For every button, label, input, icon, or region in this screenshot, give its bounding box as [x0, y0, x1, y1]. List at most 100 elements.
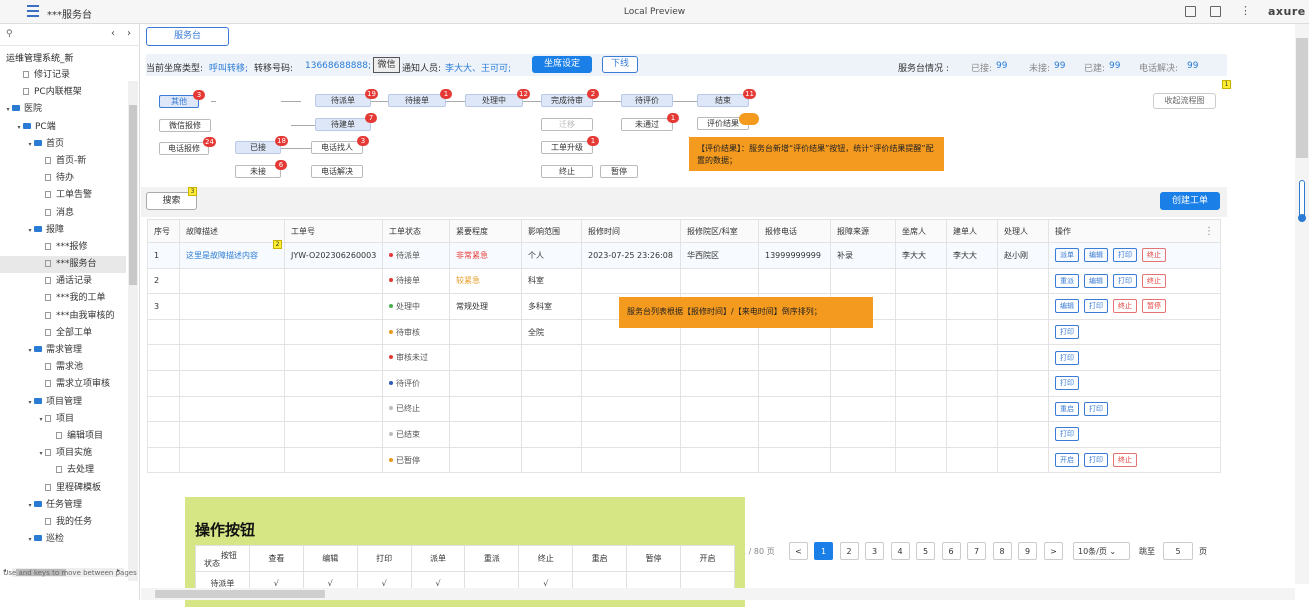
expand-arrow-icon[interactable]: ▾ [26, 394, 34, 411]
sidebar-item[interactable]: 需求池 [0, 359, 126, 376]
offline-button[interactable]: 下线 [602, 56, 638, 73]
jump-page-input[interactable]: 5 [1163, 542, 1193, 560]
column-header[interactable]: 工单状态 [382, 219, 450, 243]
table-cell[interactable]: 这里是故障描述内容 [179, 242, 285, 269]
column-header[interactable]: 报修院区/科室 [680, 219, 759, 243]
table-cell[interactable] [179, 446, 285, 474]
sidebar-item[interactable]: ▾ 项目实施 [0, 445, 126, 462]
sidebar-item[interactable]: ▾ 巡检 [0, 531, 126, 548]
sidebar-item[interactable]: ▾ 任务管理 [0, 497, 126, 514]
table-row[interactable]: 已结束 打印 [147, 421, 1221, 448]
flow-node-received[interactable]: 已接 [235, 141, 281, 154]
row-action-button[interactable]: 终止 [1113, 299, 1137, 314]
sidebar-item[interactable]: 修订记录 [0, 67, 126, 84]
sidebar-item[interactable]: 工单告警 [0, 187, 126, 204]
sidebar-item[interactable]: ▾ 项目管理 [0, 394, 126, 411]
expand-arrow-icon[interactable]: ▾ [15, 119, 23, 136]
column-header[interactable]: 工单号 [284, 219, 383, 243]
column-header[interactable]: 处理人 [997, 219, 1049, 243]
page-button[interactable]: 1 [814, 542, 833, 560]
column-header[interactable]: 报障来源 [830, 219, 896, 243]
expand-arrow-icon[interactable]: ▾ [26, 531, 34, 548]
table-row[interactable]: 已暂停 开启 打印 终止 [147, 446, 1221, 474]
main-vscrollbar[interactable] [1295, 24, 1309, 584]
row-action-button[interactable]: 重启 [1055, 401, 1079, 416]
expand-arrow-icon[interactable]: ▾ [26, 136, 34, 153]
sidebar-item[interactable]: ***报修 [0, 239, 126, 256]
column-header[interactable]: 影响范围 [521, 219, 582, 243]
row-action-button[interactable]: 终止 [1113, 453, 1137, 468]
menu-icon[interactable] [27, 5, 39, 17]
table-cell[interactable] [179, 421, 285, 448]
page-button[interactable]: 3 [865, 542, 884, 560]
row-action-button[interactable]: 打印 [1084, 401, 1108, 416]
notes-icon[interactable] [1185, 6, 1196, 17]
sidebar-item[interactable]: 去处理 [0, 462, 126, 479]
column-header[interactable]: 报修时间 [581, 219, 681, 243]
tab-service-desk[interactable]: 服务台 [146, 27, 229, 46]
flow-node-pending-accept[interactable]: 待接单 [388, 94, 446, 107]
wechat-button[interactable]: 微信 [373, 57, 400, 73]
flow-node-not-pass[interactable]: 未通过 [621, 118, 673, 131]
sidebar-item[interactable]: 通话记录 [0, 273, 126, 290]
flow-node-pause[interactable]: 暂停 [600, 165, 638, 178]
sidebar-item[interactable]: ▾ 首页 [0, 136, 126, 153]
row-action-button[interactable]: 打印 [1055, 350, 1079, 365]
page-button[interactable]: 7 [967, 542, 986, 560]
expand-arrow-icon[interactable]: ▾ [26, 497, 34, 514]
sidebar-item[interactable]: 里程碑模板 [0, 480, 126, 497]
flow-node-pending-dispatch[interactable]: 待派单 [315, 94, 371, 107]
page-button[interactable]: 8 [992, 542, 1012, 560]
table-row[interactable]: 1 这里是故障描述内容 JYW-O202306260003 待派单 非常紧急 个人 2023… [147, 242, 1221, 269]
sidebar-item[interactable]: PC内联框架 [0, 84, 126, 101]
flow-node-transfer[interactable]: 迁移 [541, 118, 593, 131]
expand-arrow-icon[interactable]: ▾ [26, 222, 34, 239]
row-action-button[interactable]: 打印 [1055, 376, 1079, 391]
zoom-slider-knob[interactable] [1298, 214, 1306, 222]
per-page-select[interactable]: 10条/页 ⌄ [1073, 542, 1130, 560]
sidebar-item[interactable]: ▾ 医院 [0, 101, 126, 118]
sidebar-item[interactable]: ***服务台 [0, 256, 126, 274]
next-page-button[interactable]: > [1044, 542, 1063, 560]
table-row[interactable]: 2 待接单 较紧急 科室 重派 编辑 打印 终止 [147, 267, 1221, 295]
flow-node-phone-solve[interactable]: 电话解决 [311, 165, 363, 178]
sidebar-item[interactable]: 首页-新 [0, 153, 126, 170]
page-button[interactable]: 5 [916, 542, 935, 560]
column-header[interactable]: 坐席人 [895, 219, 947, 243]
page-button[interactable]: 9 [1018, 542, 1037, 560]
row-action-button[interactable]: 暂停 [1142, 299, 1166, 314]
column-header[interactable]: 操作 ⋮ [1048, 219, 1221, 243]
sidebar-item[interactable]: 待办 [0, 170, 126, 187]
sidebar-item[interactable]: ▾ 项目 [0, 411, 126, 428]
expand-arrow-icon[interactable]: ▾ [4, 101, 12, 118]
expand-arrow-icon[interactable]: ▾ [37, 445, 45, 462]
prev-page-button[interactable]: < [789, 542, 808, 560]
table-cell[interactable] [179, 267, 285, 295]
table-cell[interactable] [179, 293, 285, 320]
flow-node-processing[interactable]: 处理中 [465, 94, 523, 107]
row-action-button[interactable]: 重派 [1055, 273, 1079, 288]
row-action-button[interactable]: 打印 [1084, 299, 1108, 314]
row-action-button[interactable]: 编辑 [1055, 299, 1079, 314]
table-row[interactable]: 已终止 重启 打印 [147, 395, 1221, 423]
row-action-button[interactable]: 打印 [1084, 453, 1108, 468]
sidebar-item[interactable]: 我的任务 [0, 514, 126, 531]
table-cell[interactable] [179, 318, 285, 346]
more-icon[interactable]: ⋮ [1240, 4, 1251, 17]
column-header[interactable]: 建单人 [946, 219, 998, 243]
collapse-flow-button[interactable]: 收起流程图 [1153, 93, 1216, 109]
flow-node-pending-build[interactable]: 待建单 [315, 118, 371, 131]
sidebar-item[interactable]: 全部工单 [0, 325, 126, 342]
row-action-button[interactable]: 开启 [1055, 453, 1079, 468]
flow-node-upgrade[interactable]: 工单升级 [541, 141, 593, 154]
flow-node-end[interactable]: 结束 [697, 94, 749, 107]
sidebar-item[interactable]: ***由我审核的 [0, 308, 126, 325]
flow-node-done-audit[interactable]: 完成待审 [541, 94, 593, 107]
sidebar-scrollbar[interactable] [128, 81, 138, 581]
sidebar-item[interactable]: ▾ 报障 [0, 222, 126, 239]
row-action-button[interactable]: 终止 [1142, 248, 1166, 263]
share-icon[interactable] [1210, 6, 1221, 17]
flow-node-phone[interactable]: 电话报修 [159, 142, 209, 155]
sidebar-item[interactable]: ▾ PC端 [0, 119, 126, 136]
sidebar-item[interactable]: 编辑项目 [0, 428, 126, 445]
